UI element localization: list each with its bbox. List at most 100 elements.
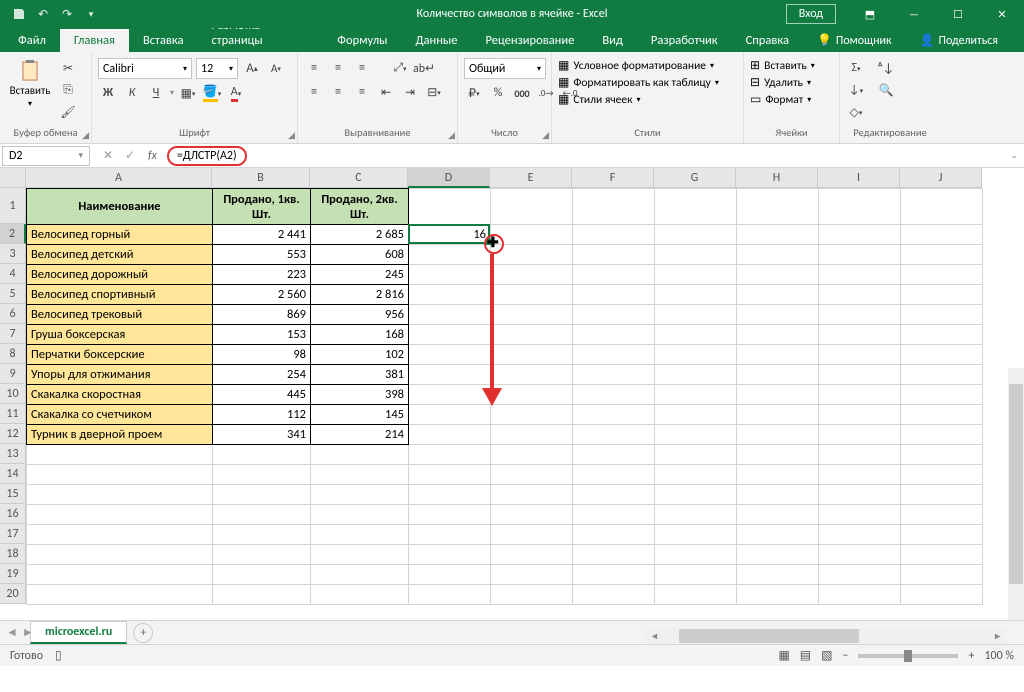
table-cell[interactable]: [819, 405, 901, 425]
table-cell[interactable]: [819, 465, 901, 485]
table-cell[interactable]: [737, 305, 819, 325]
table-cell[interactable]: [737, 325, 819, 345]
table-cell[interactable]: [655, 225, 737, 245]
table-cell[interactable]: [491, 265, 573, 285]
tab-home[interactable]: Главная: [60, 29, 129, 52]
table-cell[interactable]: [311, 505, 409, 525]
table-cell[interactable]: [737, 285, 819, 305]
table-cell[interactable]: [573, 425, 655, 445]
table-cell[interactable]: [655, 285, 737, 305]
comma-icon[interactable]: 000: [512, 83, 532, 103]
table-cell[interactable]: [901, 325, 983, 345]
table-cell[interactable]: [819, 485, 901, 505]
table-header-cell[interactable]: Наименование: [27, 189, 213, 225]
table-cell[interactable]: 2 441: [213, 225, 311, 245]
cut-icon[interactable]: ✂: [58, 58, 78, 78]
table-cell[interactable]: Велосипед детский: [27, 245, 213, 265]
column-header[interactable]: H: [736, 168, 818, 188]
table-cell[interactable]: [655, 245, 737, 265]
table-cell[interactable]: [27, 485, 213, 505]
table-cell[interactable]: [491, 305, 573, 325]
table-cell[interactable]: [655, 465, 737, 485]
row-header[interactable]: 18: [0, 544, 26, 564]
table-cell[interactable]: [573, 405, 655, 425]
view-normal-icon[interactable]: ▦: [778, 648, 789, 663]
table-cell[interactable]: [737, 265, 819, 285]
table-cell[interactable]: [901, 545, 983, 565]
table-cell[interactable]: [491, 505, 573, 525]
table-cell[interactable]: [409, 385, 491, 405]
horizontal-scrollbar[interactable]: ◄►: [646, 628, 1006, 644]
row-header[interactable]: 14: [0, 464, 26, 484]
table-cell[interactable]: 2 816: [311, 285, 409, 305]
table-cell[interactable]: [573, 325, 655, 345]
tab-review[interactable]: Рецензирование: [471, 29, 588, 52]
table-cell[interactable]: [491, 545, 573, 565]
table-cell[interactable]: [573, 565, 655, 585]
save-icon[interactable]: [8, 3, 30, 25]
table-cell[interactable]: [901, 265, 983, 285]
table-cell[interactable]: [819, 385, 901, 405]
tab-nav-next-icon[interactable]: ►: [22, 625, 34, 640]
dialog-launcher-icon[interactable]: ◢: [288, 130, 295, 141]
expand-formula-bar-icon[interactable]: ⌄: [1004, 150, 1024, 161]
row-header[interactable]: 19: [0, 564, 26, 584]
select-all-corner[interactable]: [0, 168, 26, 188]
table-cell[interactable]: Груша боксерская: [27, 325, 213, 345]
table-cell[interactable]: [819, 505, 901, 525]
table-cell[interactable]: [409, 485, 491, 505]
table-cell[interactable]: [491, 325, 573, 345]
table-cell[interactable]: [573, 505, 655, 525]
table-cell[interactable]: [655, 325, 737, 345]
table-cell[interactable]: [655, 425, 737, 445]
row-header[interactable]: 7: [0, 324, 26, 344]
table-cell[interactable]: [655, 505, 737, 525]
table-cell[interactable]: 98: [213, 345, 311, 365]
table-cell[interactable]: [901, 565, 983, 585]
table-cell[interactable]: [213, 525, 311, 545]
tab-help[interactable]: Справка: [732, 29, 803, 52]
close-icon[interactable]: ✕: [980, 0, 1024, 28]
table-cell[interactable]: [819, 285, 901, 305]
table-cell[interactable]: [737, 225, 819, 245]
table-cell[interactable]: [213, 565, 311, 585]
table-cell[interactable]: [737, 405, 819, 425]
table-cell[interactable]: [491, 345, 573, 365]
row-header[interactable]: 6: [0, 304, 26, 324]
number-format-combo[interactable]: Общий▾: [464, 58, 546, 79]
tab-file[interactable]: Файл: [4, 29, 60, 52]
table-cell[interactable]: 553: [213, 245, 311, 265]
table-cell[interactable]: 398: [311, 385, 409, 405]
table-cell[interactable]: 245: [311, 265, 409, 285]
clear-icon[interactable]: ◇▾: [846, 102, 866, 122]
table-cell[interactable]: [409, 425, 491, 445]
row-header[interactable]: 4: [0, 264, 26, 284]
table-cell[interactable]: [573, 485, 655, 505]
table-cell[interactable]: [311, 465, 409, 485]
table-cell[interactable]: [737, 565, 819, 585]
delete-cells-button[interactable]: ⊟Удалить▾: [750, 75, 811, 90]
table-cell[interactable]: [737, 385, 819, 405]
table-cell[interactable]: [409, 245, 491, 265]
table-cell[interactable]: [213, 585, 311, 605]
maximize-icon[interactable]: ☐: [936, 0, 980, 28]
align-left-icon[interactable]: ≡: [304, 82, 324, 102]
tab-data[interactable]: Данные: [402, 29, 472, 52]
row-header[interactable]: 16: [0, 504, 26, 524]
decrease-indent-icon[interactable]: ⇤: [376, 82, 396, 102]
row-header[interactable]: 13: [0, 444, 26, 464]
row-header[interactable]: 10: [0, 384, 26, 404]
share-button[interactable]: 👤Поделиться: [906, 29, 1012, 52]
align-middle-icon[interactable]: ≡: [328, 58, 348, 78]
table-cell[interactable]: [409, 545, 491, 565]
table-cell[interactable]: [491, 465, 573, 485]
row-header[interactable]: 2: [0, 224, 26, 244]
table-cell[interactable]: [213, 505, 311, 525]
redo-icon[interactable]: ↷: [56, 3, 78, 25]
table-cell[interactable]: [901, 445, 983, 465]
table-cell[interactable]: [819, 305, 901, 325]
dialog-launcher-icon[interactable]: ◢: [448, 130, 455, 141]
wrap-text-icon[interactable]: ab↵: [414, 58, 434, 78]
table-cell[interactable]: [573, 585, 655, 605]
autosum-icon[interactable]: Σ▾: [846, 58, 866, 78]
